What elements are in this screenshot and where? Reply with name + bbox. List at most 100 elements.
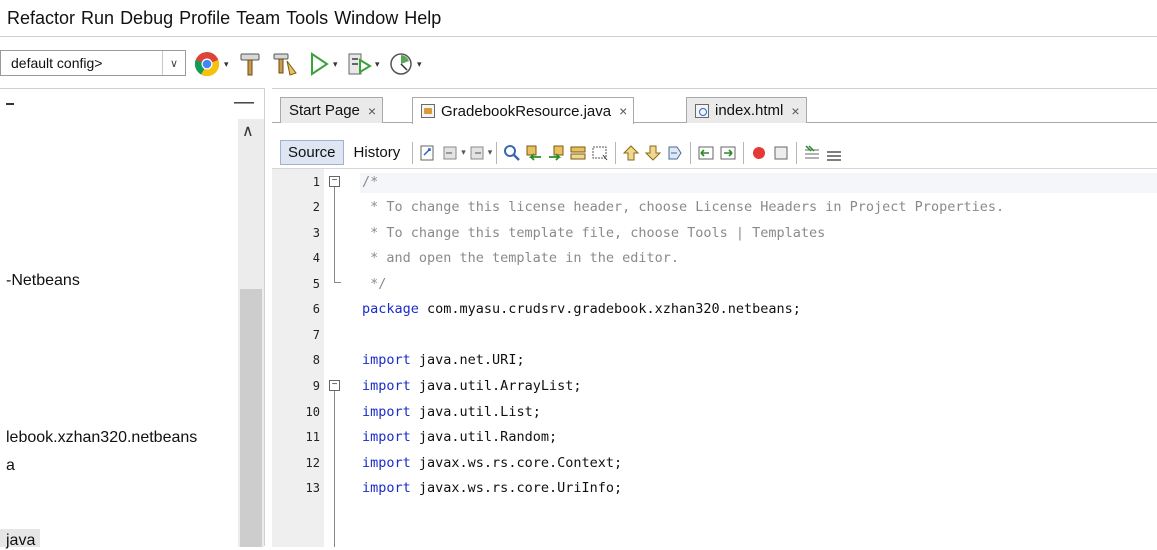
toolbar-separator — [743, 141, 745, 164]
tab-label: GradebookResource.java — [441, 102, 612, 120]
keyword: import — [362, 352, 411, 368]
start-macro-recording-icon[interactable] — [750, 144, 768, 162]
chevron-down-icon[interactable]: ∨ — [162, 51, 185, 75]
tree-item-java-folder[interactable]: a — [6, 457, 15, 475]
menu-window[interactable]: Window — [334, 6, 398, 31]
code-line: import java.net.URI; — [362, 352, 525, 368]
keyword: import — [362, 404, 411, 420]
toolbar-separator — [496, 141, 498, 164]
line-number: 2 — [312, 200, 320, 214]
fold-collapse-icon[interactable]: − — [329, 380, 340, 391]
shift-right-icon[interactable] — [719, 144, 737, 162]
tree-expand-handle[interactable] — [6, 103, 14, 105]
chevron-down-icon[interactable]: ▾ — [333, 59, 338, 70]
source-view-button[interactable]: Source — [280, 140, 344, 165]
browser-icon[interactable] — [194, 51, 220, 77]
tree-item-netbeans[interactable]: -Netbeans — [6, 272, 80, 290]
clean-build-icon[interactable] — [272, 51, 298, 77]
line-number: 10 — [305, 405, 320, 419]
java-file-icon — [421, 104, 435, 118]
forward-icon[interactable] — [468, 144, 486, 162]
line-number: 13 — [305, 481, 320, 495]
code-line: * To change this license header, choose … — [362, 199, 1005, 215]
chevron-down-icon[interactable]: ▾ — [375, 59, 380, 70]
line-number: 5 — [312, 277, 320, 291]
next-bookmark-icon[interactable] — [644, 144, 662, 162]
toolbar-separator — [796, 141, 798, 164]
editor-pane: Start Page × GradebookResource.java × in… — [272, 88, 1157, 547]
line-number: 12 — [305, 456, 320, 470]
code-line: package com.myasu.crudsrv.gradebook.xzha… — [362, 301, 801, 317]
shift-left-icon[interactable] — [697, 144, 715, 162]
find-icon[interactable] — [503, 144, 521, 162]
rectangular-selection-icon[interactable] — [591, 144, 609, 162]
menu-debug[interactable]: Debug — [120, 6, 173, 31]
history-view-button[interactable]: History — [346, 140, 409, 165]
run-icon[interactable] — [308, 51, 330, 77]
projects-scrollbar[interactable]: ∧ — [238, 119, 264, 547]
projects-panel: — -Netbeans lebook.xzhan320.netbeans a j… — [0, 88, 264, 550]
close-icon[interactable]: × — [368, 103, 376, 119]
code-line: */ — [362, 276, 387, 292]
editor-toolbar: Source History ▾ ▾ — [272, 137, 1157, 169]
previous-bookmark-icon[interactable] — [622, 144, 640, 162]
code-line: import javax.ws.rs.core.UriInfo; — [362, 480, 623, 496]
stop-macro-recording-icon[interactable] — [772, 144, 790, 162]
fold-guide-end — [334, 282, 341, 283]
config-select-value: default config> — [11, 55, 103, 71]
line-number: 6 — [312, 302, 320, 316]
menu-tools[interactable]: Tools — [286, 6, 328, 31]
toolbar-separator — [412, 141, 414, 164]
code-editor[interactable]: − − 1 2 3 4 5 6 7 8 9 10 11 12 13 /* * T… — [272, 169, 1157, 547]
line-number: 11 — [305, 430, 320, 444]
code-line: import java.util.Random; — [362, 429, 558, 445]
build-icon[interactable] — [238, 51, 262, 77]
chevron-up-icon[interactable]: ∧ — [242, 121, 254, 141]
toggle-highlight-icon[interactable] — [569, 144, 587, 162]
tab-start-page[interactable]: Start Page × — [280, 97, 384, 123]
chevron-down-icon[interactable]: ▾ — [461, 147, 466, 158]
menu-run[interactable]: Run — [81, 6, 114, 31]
back-icon[interactable] — [441, 144, 459, 162]
profile-icon[interactable] — [388, 51, 414, 77]
find-previous-icon[interactable] — [525, 144, 543, 162]
editor-tab-strip: Start Page × GradebookResource.java × in… — [272, 97, 1157, 124]
code-line: import java.util.ArrayList; — [362, 378, 582, 394]
uncomment-icon[interactable] — [825, 144, 843, 162]
close-icon[interactable]: × — [619, 103, 627, 119]
tab-label: Start Page — [289, 102, 360, 119]
tab-label: index.html — [715, 102, 784, 119]
comment-icon[interactable] — [803, 144, 821, 162]
tab-index-html[interactable]: index.html × — [686, 97, 807, 123]
keyword: import — [362, 455, 411, 471]
code-line: * To change this template file, choose T… — [362, 225, 826, 241]
chevron-down-icon[interactable]: ▾ — [488, 147, 493, 158]
chevron-down-icon[interactable]: ▾ — [224, 59, 229, 70]
menu-bar: Refactor Run Debug Profile Team Tools Wi… — [0, 0, 1157, 36]
find-next-icon[interactable] — [547, 144, 565, 162]
scrollbar-thumb[interactable] — [240, 289, 262, 547]
menu-team[interactable]: Team — [236, 6, 280, 31]
tree-item-java-file[interactable]: java — [6, 532, 35, 550]
fold-collapse-icon[interactable]: − — [329, 176, 340, 187]
tree-item-package[interactable]: lebook.xzhan320.netbeans — [6, 429, 197, 447]
toggle-bookmark-icon[interactable] — [666, 144, 684, 162]
toolbar-separator — [615, 141, 617, 164]
last-edit-icon[interactable] — [419, 144, 437, 162]
fold-guide — [334, 187, 335, 282]
menu-profile[interactable]: Profile — [179, 6, 230, 31]
keyword: package — [362, 301, 419, 317]
menu-help[interactable]: Help — [404, 6, 441, 31]
line-number: 1 — [312, 175, 320, 189]
config-select[interactable]: default config> ∨ — [0, 50, 186, 76]
keyword: import — [362, 480, 411, 496]
minimize-icon[interactable]: — — [234, 92, 254, 112]
keyword: import — [362, 429, 411, 445]
debug-icon[interactable] — [346, 51, 372, 77]
fold-guide — [334, 391, 335, 547]
tab-gradebook-resource[interactable]: GradebookResource.java × — [412, 97, 635, 124]
menu-refactor[interactable]: Refactor — [7, 6, 75, 31]
close-icon[interactable]: × — [791, 103, 799, 119]
chevron-down-icon[interactable]: ▾ — [417, 59, 422, 70]
line-number: 8 — [312, 353, 320, 367]
